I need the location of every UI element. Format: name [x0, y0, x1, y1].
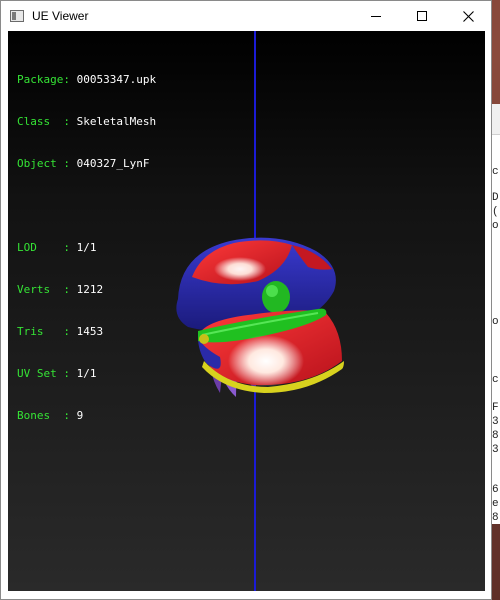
info-label: LOD : — [17, 241, 70, 254]
background-text-fragment: c — [492, 166, 499, 178]
background-text-fragment: F — [492, 402, 499, 414]
info-row-uvset: UV Set : 1/1 — [17, 367, 156, 381]
title-bar[interactable]: UE Viewer — [1, 1, 491, 31]
background-text-fragment: D — [492, 192, 499, 204]
background-text-fragment: 3 — [492, 444, 499, 456]
visor-highlight — [228, 335, 304, 387]
background-text-fragment: 8 — [492, 430, 499, 442]
info-spacer — [17, 199, 156, 213]
close-icon — [462, 10, 474, 22]
crown-highlight — [214, 257, 266, 281]
mesh-info-overlay: Package: 00053347.upk Class : SkeletalMe… — [17, 45, 156, 451]
info-label: Bones : — [17, 409, 70, 422]
cap-top-button — [262, 281, 290, 313]
band-rivet — [199, 334, 209, 344]
minimize-button[interactable] — [353, 1, 399, 31]
ue-viewer-window[interactable]: UE Viewer Package: 00053347.upk Class : … — [0, 0, 492, 600]
info-label: Tris : — [17, 325, 70, 338]
info-row-verts: Verts : 1212 — [17, 283, 156, 297]
info-label: Verts : — [17, 283, 70, 296]
window-bottom-border — [1, 591, 491, 599]
close-button[interactable] — [445, 1, 491, 31]
info-value: SkeletalMesh — [76, 115, 157, 128]
window-controls — [353, 1, 491, 31]
background-text-fragment: 8 — [492, 512, 499, 524]
3d-viewport[interactable]: Package: 00053347.upk Class : SkeletalMe… — [8, 31, 485, 593]
info-label: Package: — [17, 73, 70, 86]
minimize-icon — [371, 16, 381, 17]
maximize-icon — [417, 11, 427, 21]
maximize-button[interactable] — [399, 1, 445, 31]
background-text-fragment: o — [492, 316, 499, 328]
background-text-fragment: o — [492, 220, 499, 232]
info-value: 1/1 — [76, 367, 97, 380]
info-value: 1453 — [76, 325, 104, 338]
info-row-object: Object : 040327_LynF — [17, 157, 156, 171]
info-label: UV Set : — [17, 367, 70, 380]
info-value: 1/1 — [76, 241, 97, 254]
background-text-fragment: 6 — [492, 484, 499, 496]
info-value: 040327_LynF — [76, 157, 150, 170]
background-text-fragment: ( — [492, 206, 499, 218]
info-row-class: Class : SkeletalMesh — [17, 115, 156, 129]
app-window-icon[interactable] — [10, 10, 24, 22]
window-title: UE Viewer — [32, 9, 89, 23]
info-row-package: Package: 00053347.upk — [17, 73, 156, 87]
background-text-fragment: 3 — [492, 416, 499, 428]
background-text-fragment: c — [492, 374, 499, 386]
info-label: Class : — [17, 115, 70, 128]
info-row-bones: Bones : 9 — [17, 409, 156, 423]
info-row-tris: Tris : 1453 — [17, 325, 156, 339]
background-text-fragment: e — [492, 498, 499, 510]
info-value: 9 — [76, 409, 84, 422]
cap-top-button-highlight — [266, 285, 278, 297]
info-value: 1212 — [76, 283, 104, 296]
info-row-lod: LOD : 1/1 — [17, 241, 156, 255]
info-label: Object : — [17, 157, 70, 170]
skeletal-mesh-cap-model[interactable] — [158, 211, 358, 401]
info-value: 00053347.upk — [76, 73, 157, 86]
